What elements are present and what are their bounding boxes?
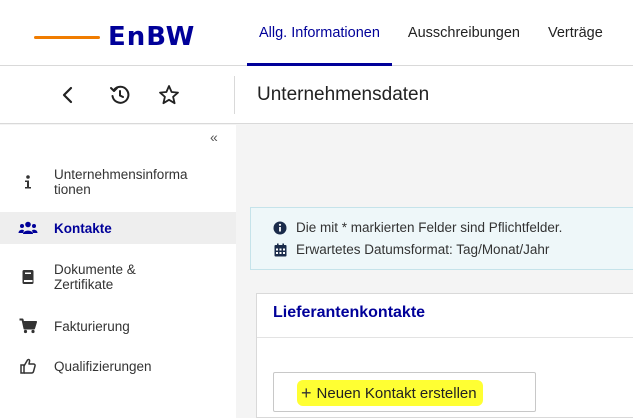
sidebar-item-label: Qualifizierungen xyxy=(54,358,152,374)
highlight-marker: + Neuen Kontakt erstellen xyxy=(297,380,483,406)
star-icon xyxy=(159,85,179,105)
sub-header: Unternehmensdaten xyxy=(0,66,633,124)
plus-icon: + xyxy=(301,383,312,403)
sidebar-item-kontakte[interactable]: Kontakte xyxy=(0,212,236,244)
tab-ausschreibungen[interactable]: Ausschreibungen xyxy=(396,0,532,66)
date-format-note: Erwartetes Datumsformat: Tag/Monat/Jahr xyxy=(273,242,549,257)
thumbs-up-icon xyxy=(18,356,38,376)
history-button[interactable] xyxy=(106,81,134,109)
sidebar-item-dokumente[interactable]: Dokumente & Zertifikate xyxy=(0,258,236,296)
panel-title: Lieferantenkontakte xyxy=(273,304,426,321)
calendar-icon xyxy=(273,243,287,257)
sidebar-item-label: Kontakte xyxy=(54,220,112,236)
date-format-text: Erwartetes Datumsformat: Tag/Monat/Jahr xyxy=(296,242,550,257)
tab-allg-informationen[interactable]: Allg. Informationen xyxy=(247,0,392,66)
favorite-button[interactable] xyxy=(155,81,183,109)
toolbar-divider xyxy=(234,76,235,114)
enbw-logo[interactable]: EnBW xyxy=(34,22,214,52)
page-title: Unternehmensdaten xyxy=(257,84,430,105)
main-tabs: Allg. Informationen Ausschreibungen Vert… xyxy=(247,0,619,66)
logo-text: EnBW xyxy=(108,22,196,52)
sidebar-item-label: Unternehmensinforma tionen xyxy=(54,167,188,197)
sidebar-item-label: Fakturierung xyxy=(54,318,130,334)
panel-divider xyxy=(257,337,633,338)
sidebar-item-unternehmensinformationen[interactable]: Unternehmensinforma tionen xyxy=(0,163,236,201)
sidebar-item-qualifizierungen[interactable]: Qualifizierungen xyxy=(0,351,236,381)
info-icon xyxy=(18,172,38,192)
info-circle-icon xyxy=(273,221,287,235)
book-icon xyxy=(18,267,38,287)
tab-vertraege[interactable]: Verträge xyxy=(536,0,615,66)
chevron-left-icon xyxy=(62,86,73,104)
required-fields-note: Die mit * markierten Felder sind Pflicht… xyxy=(273,220,562,235)
top-header: EnBW Allg. Informationen Ausschreibungen… xyxy=(0,0,633,66)
back-button[interactable] xyxy=(54,81,82,109)
supplier-contacts-panel: Lieferantenkontakte + Neuen Kontakt erst… xyxy=(256,293,633,418)
sidebar: « Unternehmensinforma tionen Kontakte Do… xyxy=(0,125,236,418)
collapse-sidebar-button[interactable]: « xyxy=(210,129,218,145)
history-icon xyxy=(110,85,130,104)
logo-swoosh xyxy=(34,36,100,39)
cart-icon xyxy=(18,316,38,336)
required-fields-text: Die mit * markierten Felder sind Pflicht… xyxy=(296,220,563,235)
new-contact-label: Neuen Kontakt erstellen xyxy=(316,384,477,402)
info-notice: Die mit * markierten Felder sind Pflicht… xyxy=(250,207,633,270)
sidebar-item-label: Dokumente & Zertifikate xyxy=(54,262,136,292)
new-contact-button[interactable]: + Neuen Kontakt erstellen xyxy=(273,372,536,412)
users-icon xyxy=(18,218,38,238)
sidebar-item-fakturierung[interactable]: Fakturierung xyxy=(0,311,236,341)
